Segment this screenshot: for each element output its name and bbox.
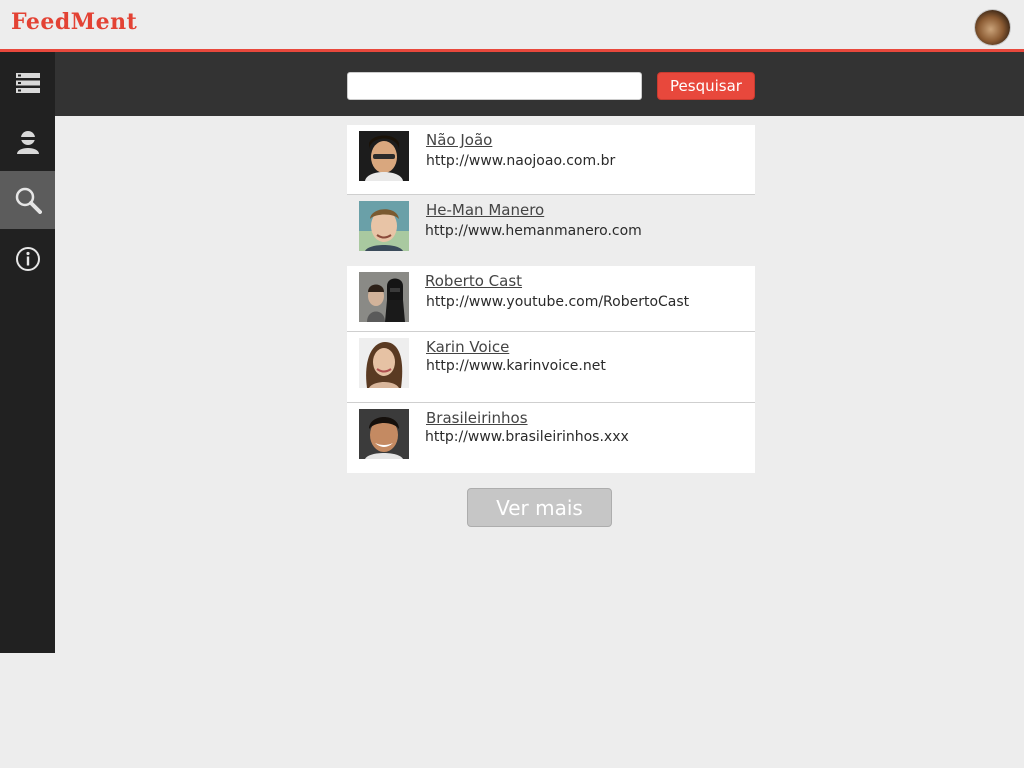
load-more-button[interactable]: Ver mais bbox=[467, 488, 612, 527]
result-name[interactable]: Roberto Cast bbox=[425, 272, 522, 290]
result-name[interactable]: He-Man Manero bbox=[426, 201, 544, 219]
list-item[interactable]: Brasileirinhos http://www.brasileirinhos… bbox=[347, 403, 755, 473]
app-logo[interactable]: FeedMent bbox=[11, 9, 137, 35]
result-url: http://www.brasileirinhos.xxx bbox=[425, 429, 629, 445]
result-url: http://www.youtube.com/RobertoCast bbox=[426, 294, 690, 310]
avatar bbox=[359, 338, 409, 388]
avatar bbox=[359, 131, 409, 181]
search-input[interactable] bbox=[347, 72, 642, 100]
result-url: http://www.naojoao.com.br bbox=[426, 153, 616, 169]
avatar bbox=[359, 409, 409, 459]
list-item[interactable]: Roberto Cast http://www.youtube.com/Robe… bbox=[347, 266, 755, 332]
user-avatar[interactable] bbox=[975, 10, 1010, 45]
sidebar-item-info[interactable] bbox=[0, 230, 55, 288]
search-bar: Pesquisar bbox=[55, 52, 1024, 116]
top-header: FeedMent bbox=[0, 0, 1024, 52]
result-name[interactable]: Não João bbox=[426, 131, 492, 149]
sidebar-item-search[interactable] bbox=[0, 171, 55, 229]
list-item[interactable]: He-Man Manero http://www.hemanmanero.com bbox=[347, 195, 755, 266]
search-icon bbox=[15, 187, 42, 214]
sidebar bbox=[0, 52, 55, 653]
result-url: http://www.karinvoice.net bbox=[426, 358, 606, 374]
results-list: Não João http://www.naojoao.com.br He-Ma… bbox=[347, 125, 755, 473]
result-name[interactable]: Brasileirinhos bbox=[426, 409, 528, 427]
sidebar-item-feed[interactable] bbox=[0, 54, 55, 112]
result-name[interactable]: Karin Voice bbox=[426, 338, 509, 356]
avatar bbox=[359, 272, 409, 322]
list-item[interactable]: Não João http://www.naojoao.com.br bbox=[347, 125, 755, 195]
search-button[interactable]: Pesquisar bbox=[657, 72, 755, 100]
result-url: http://www.hemanmanero.com bbox=[425, 223, 642, 239]
info-icon bbox=[15, 247, 40, 271]
user-icon bbox=[16, 131, 39, 154]
list-item[interactable]: Karin Voice http://www.karinvoice.net bbox=[347, 332, 755, 403]
sidebar-item-profile[interactable] bbox=[0, 113, 55, 171]
avatar bbox=[359, 201, 409, 251]
list-icon bbox=[15, 73, 40, 93]
